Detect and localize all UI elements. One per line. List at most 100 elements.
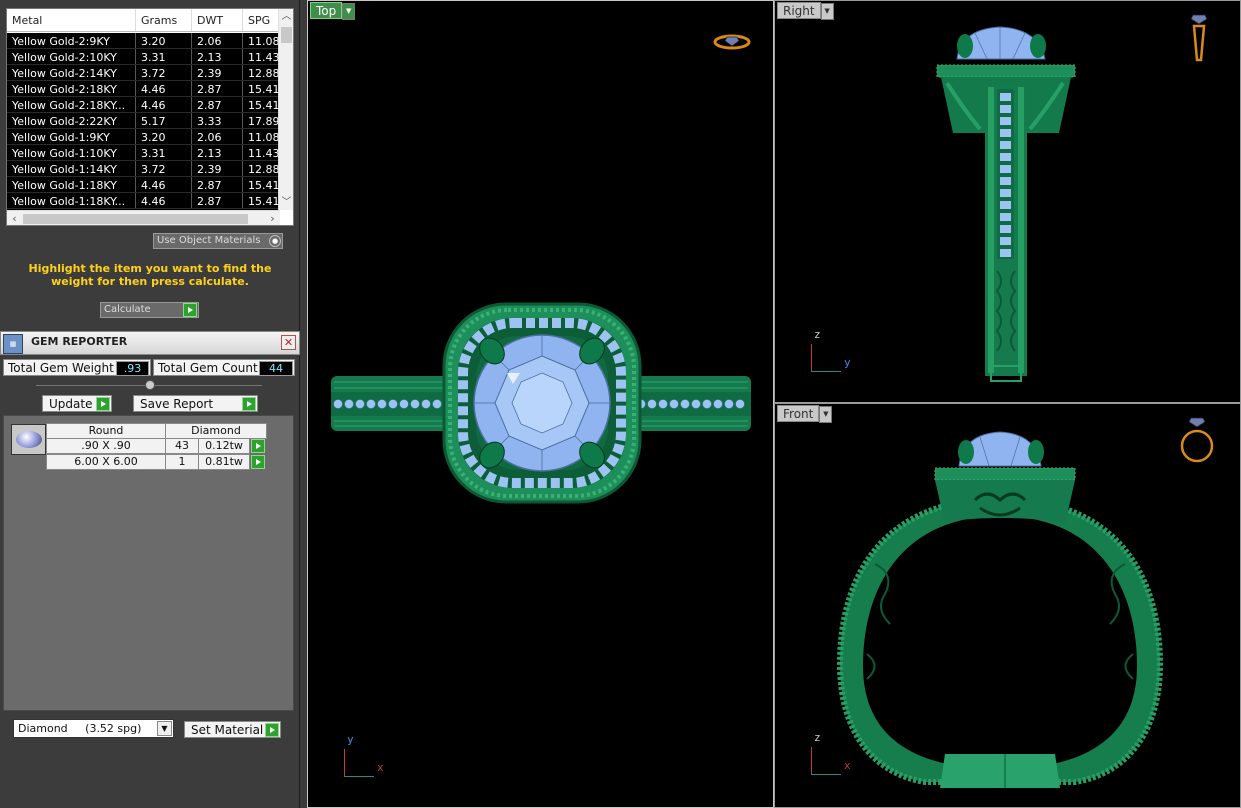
table-cell: 11.43: [248, 147, 280, 160]
col-type: Diamond: [165, 423, 267, 439]
material-select[interactable]: Diamond (3.52 spg) ▼: [13, 719, 174, 738]
gem-weight: 0.12tw: [198, 438, 250, 454]
total-gem-count-value: 44: [259, 361, 293, 376]
table-row[interactable]: Yellow Gold-2:18KY 4.46 2.87 15.41: [7, 81, 280, 97]
axis-z-label: z: [814, 731, 821, 744]
left-panel: Metal Grams DWT SPG Yellow Gold-2:9KY 3.2…: [0, 0, 300, 808]
scroll-thumb[interactable]: [281, 27, 292, 43]
table-row[interactable]: Yellow Gold-1:18KY 4.46 2.87 15.41: [7, 177, 280, 193]
table-cell: 2.06: [192, 33, 243, 48]
round-diamond-icon: [16, 431, 42, 448]
table-row[interactable]: Yellow Gold-1:14KY 3.72 2.39 12.88: [7, 161, 280, 177]
scroll-down-icon[interactable]: ﹀: [279, 195, 293, 210]
table-cell: 2.87: [192, 97, 243, 112]
axis-indicator: z x: [811, 731, 861, 781]
table-row[interactable]: Yellow Gold-1:9KY 3.20 2.06 11.08: [7, 129, 280, 145]
play-arrow-icon: [96, 397, 110, 411]
select-gem-button[interactable]: [251, 455, 265, 469]
set-material-label: Set Material: [191, 723, 264, 737]
table-row[interactable]: Yellow Gold-1:10KY 3.31 2.13 11.43: [7, 145, 280, 161]
scroll-left-icon[interactable]: ‹: [7, 211, 22, 225]
scroll-up-icon[interactable]: ︿: [279, 9, 293, 24]
viewport-top[interactable]: Top ▼ y x: [307, 0, 774, 808]
gem-size: 6.00 X 6.00: [46, 454, 166, 470]
use-object-materials-dropdown[interactable]: Use Object Materials ●: [153, 233, 283, 249]
col-grams[interactable]: Grams: [136, 9, 192, 31]
axis-x-label: x: [844, 759, 851, 772]
table-cell: 15.41: [248, 179, 280, 192]
axis-vertical: [811, 344, 812, 372]
gem-reporter-header: ▦ GEM REPORTER ✕: [0, 331, 300, 355]
table-cell: Yellow Gold-1:9KY: [7, 129, 136, 144]
table-cell: 12.88: [248, 163, 280, 176]
use-object-materials-label: Use Object Materials: [157, 235, 261, 246]
viewport-right[interactable]: Right ▼ z y: [774, 0, 1241, 403]
table-cell: 12.88: [248, 67, 280, 80]
table-cell: 4.46: [136, 97, 192, 112]
metal-weight-table[interactable]: Metal Grams DWT SPG Yellow Gold-2:9KY 3.2…: [6, 8, 294, 226]
axis-y-label: y: [347, 733, 354, 746]
table-cell: 3.72: [136, 65, 192, 80]
table-cell: 3.72: [136, 161, 192, 176]
gem-reporter-title: GEM REPORTER: [31, 335, 128, 348]
play-arrow-icon: [242, 397, 256, 411]
table-cell: Yellow Gold-1:14KY: [7, 161, 136, 176]
axis-horizontal: [811, 371, 841, 372]
table-row[interactable]: Yellow Gold-2:14KY 3.72 2.39 12.88: [7, 65, 280, 81]
table-row[interactable]: Yellow Gold-2:9KY 3.20 2.06 11.08: [7, 33, 280, 49]
table-cell: Yellow Gold-2:14KY: [7, 65, 136, 80]
scroll-thumb-h[interactable]: [23, 214, 248, 224]
select-gem-button[interactable]: [251, 439, 265, 453]
gem-reporter-icon: ▦: [3, 334, 23, 354]
axis-indicator: y x: [344, 733, 394, 783]
axis-vertical: [344, 749, 345, 777]
col-shape: Round: [46, 423, 166, 439]
horizontal-scrollbar[interactable]: ‹ ›: [7, 210, 280, 225]
close-icon[interactable]: ✕: [281, 335, 296, 350]
table-cell: 3.31: [136, 49, 192, 64]
instruction-text: Highlight the item you want to find the …: [28, 262, 272, 288]
play-arrow-icon: [183, 303, 197, 317]
table-cell: 15.41: [248, 195, 280, 208]
update-button[interactable]: Update: [42, 395, 112, 412]
table-row[interactable]: Yellow Gold-2:22KY 5.17 3.33 17.89: [7, 113, 280, 129]
table-row[interactable]: Yellow Gold-2:10KY 3.31 2.13 11.43: [7, 49, 280, 65]
table-cell: 11.43: [248, 51, 280, 64]
calculate-button[interactable]: Calculate: [100, 302, 199, 318]
axis-horizontal: [811, 774, 841, 775]
scroll-right-icon[interactable]: ›: [265, 211, 280, 225]
col-metal[interactable]: Metal: [7, 9, 136, 31]
table-cell: Yellow Gold-2:22KY: [7, 113, 136, 128]
table-cell: 3.33: [192, 113, 243, 128]
viewport-front[interactable]: Front ▼ z x: [774, 403, 1241, 808]
ring-top-render: [331, 302, 751, 504]
total-gem-weight-value: .93: [116, 361, 149, 376]
table-cell: Yellow Gold-1:10KY: [7, 145, 136, 160]
panel-tabs[interactable]: [205, 0, 289, 15]
axis-y-label: y: [844, 356, 851, 369]
table-cell: 15.41: [248, 99, 280, 112]
table-cell: 3.20: [136, 129, 192, 144]
table-cell: 3.20: [136, 33, 192, 48]
table-cell: 3.31: [136, 145, 192, 160]
vertical-scrollbar[interactable]: ︿ ﹀: [278, 9, 293, 210]
gem-count: 43: [165, 438, 199, 454]
table-cell: 4.46: [136, 81, 192, 96]
set-material-button[interactable]: Set Material: [184, 721, 281, 738]
gem-list[interactable]: Round Diamond .90 X .90 43 0.12tw 6.00 X…: [3, 415, 294, 711]
table-cell: Yellow Gold-2:18KY...: [7, 97, 136, 112]
table-row[interactable]: Yellow Gold-1:18KY... 4.46 2.87 15.41: [7, 193, 280, 209]
collapse-knob[interactable]: [145, 380, 155, 390]
col-spg[interactable]: SPG: [243, 9, 280, 31]
table-cell: 2.13: [192, 49, 243, 64]
metal-table-body: Yellow Gold-2:9KY 3.20 2.06 11.08 Yellow Gol…: [7, 33, 280, 210]
table-row[interactable]: Yellow Gold-2:18KY... 4.46 2.87 15.41: [7, 97, 280, 113]
table-cell: 11.08: [248, 35, 280, 48]
calculate-label: Calculate: [104, 304, 151, 315]
axis-z-label: z: [814, 328, 821, 341]
round-gem-thumbnail[interactable]: [11, 424, 46, 455]
col-dwt[interactable]: DWT: [192, 9, 243, 31]
save-report-button[interactable]: Save Report: [133, 395, 258, 412]
table-cell: 5.17: [136, 113, 192, 128]
table-cell: 2.87: [192, 81, 243, 96]
